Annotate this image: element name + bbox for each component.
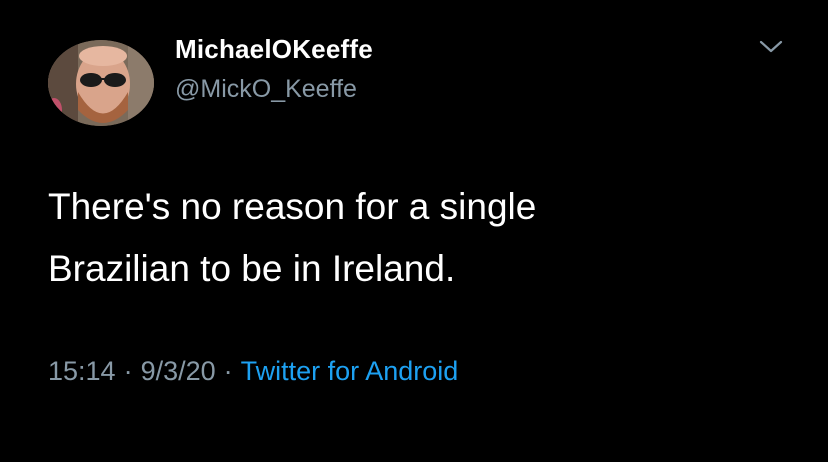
meta-separator: · <box>123 356 133 386</box>
profile-photo-icon <box>48 40 154 126</box>
author-handle[interactable]: @MickO_Keeffe <box>175 75 357 104</box>
tweet-text-line: Brazilian to be in Ireland. <box>48 248 456 289</box>
avatar[interactable] <box>48 40 154 126</box>
chevron-down-icon[interactable] <box>756 36 786 58</box>
tweet-meta: 15:14 · 9/3/20 · Twitter for Android <box>48 356 458 387</box>
tweet-source-link[interactable]: Twitter for Android <box>241 356 459 386</box>
author-display-name[interactable]: MichaelOKeeffe <box>175 34 373 65</box>
tweet-date[interactable]: 9/3/20 <box>141 356 216 386</box>
tweet-card: MichaelOKeeffe @MickO_Keeffe There's no … <box>0 0 828 462</box>
tweet-text-line: There's no reason for a single <box>48 186 537 227</box>
meta-separator: · <box>223 356 233 386</box>
tweet-time[interactable]: 15:14 <box>48 356 116 386</box>
tweet-text: There's no reason for a single Brazilian… <box>48 176 788 300</box>
